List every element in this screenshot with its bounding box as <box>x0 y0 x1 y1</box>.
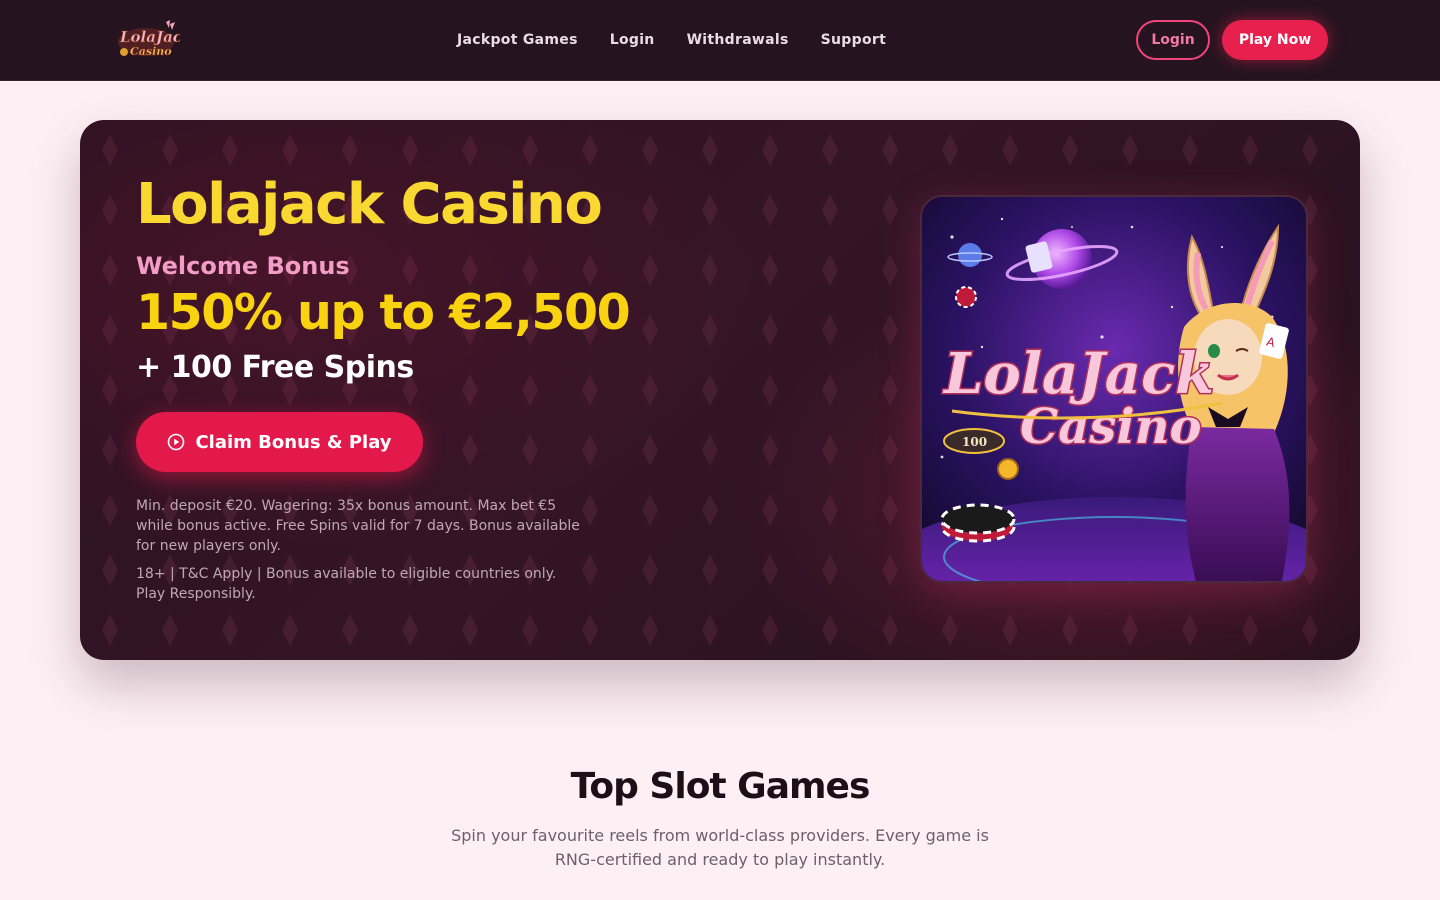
welcome-bonus-label: Welcome Bonus <box>136 252 350 280</box>
top-slot-games-heading: Top Slot Games <box>570 766 871 807</box>
svg-text:LolaJack: LolaJack <box>119 28 180 46</box>
svg-text:Casino: Casino <box>130 45 172 58</box>
claim-bonus-button[interactable]: Claim Bonus & Play <box>136 412 423 472</box>
nav-link-withdrawals[interactable]: Withdrawals <box>687 32 789 48</box>
claim-bonus-label: Claim Bonus & Play <box>195 431 392 453</box>
free-spins-offer: + 100 Free Spins <box>136 350 414 385</box>
hero-artwork: A 100 LolaJack Casino <box>920 195 1308 583</box>
play-circle-icon <box>168 433 185 451</box>
casino-logo[interactable]: LolaJack Casino <box>114 18 193 60</box>
nav-link-login[interactable]: Login <box>610 32 655 48</box>
site-header: LolaJack Casino Jackpot Games Login With… <box>0 0 1440 81</box>
responsible-gaming-disclaimer: 18+ | T&C Apply | Bonus available to eli… <box>136 566 557 602</box>
play-now-button[interactable]: Play Now <box>1222 20 1328 60</box>
main-nav: Jackpot Games Login Withdrawals Support <box>457 0 886 80</box>
casino-bunny-illustration: A 100 LolaJack Casino <box>922 197 1306 581</box>
login-button[interactable]: Login <box>1136 20 1210 60</box>
hero-banner: Lolajack Casino Welcome Bonus 150% up to… <box>80 120 1360 660</box>
bonus-terms: Min. deposit €20. Wagering: 35x bonus am… <box>136 498 580 554</box>
hero-title-text: Lolajack Casino <box>136 172 603 237</box>
logo-icon: LolaJack Casino <box>118 20 193 58</box>
nav-link-jackpot-games[interactable]: Jackpot Games <box>457 32 578 48</box>
hero-title: Lolajack Casino <box>136 172 603 237</box>
nav-link-support[interactable]: Support <box>821 32 886 48</box>
svg-text:100: 100 <box>962 435 987 449</box>
bonus-offer-amount: 150% up to €2,500 <box>136 284 631 341</box>
art-logo-line2: Casino <box>1020 399 1201 455</box>
top-slot-games-subtitle: Spin your favourite reels from world-cla… <box>451 826 989 869</box>
art-logo-line1: LolaJack <box>942 341 1214 407</box>
